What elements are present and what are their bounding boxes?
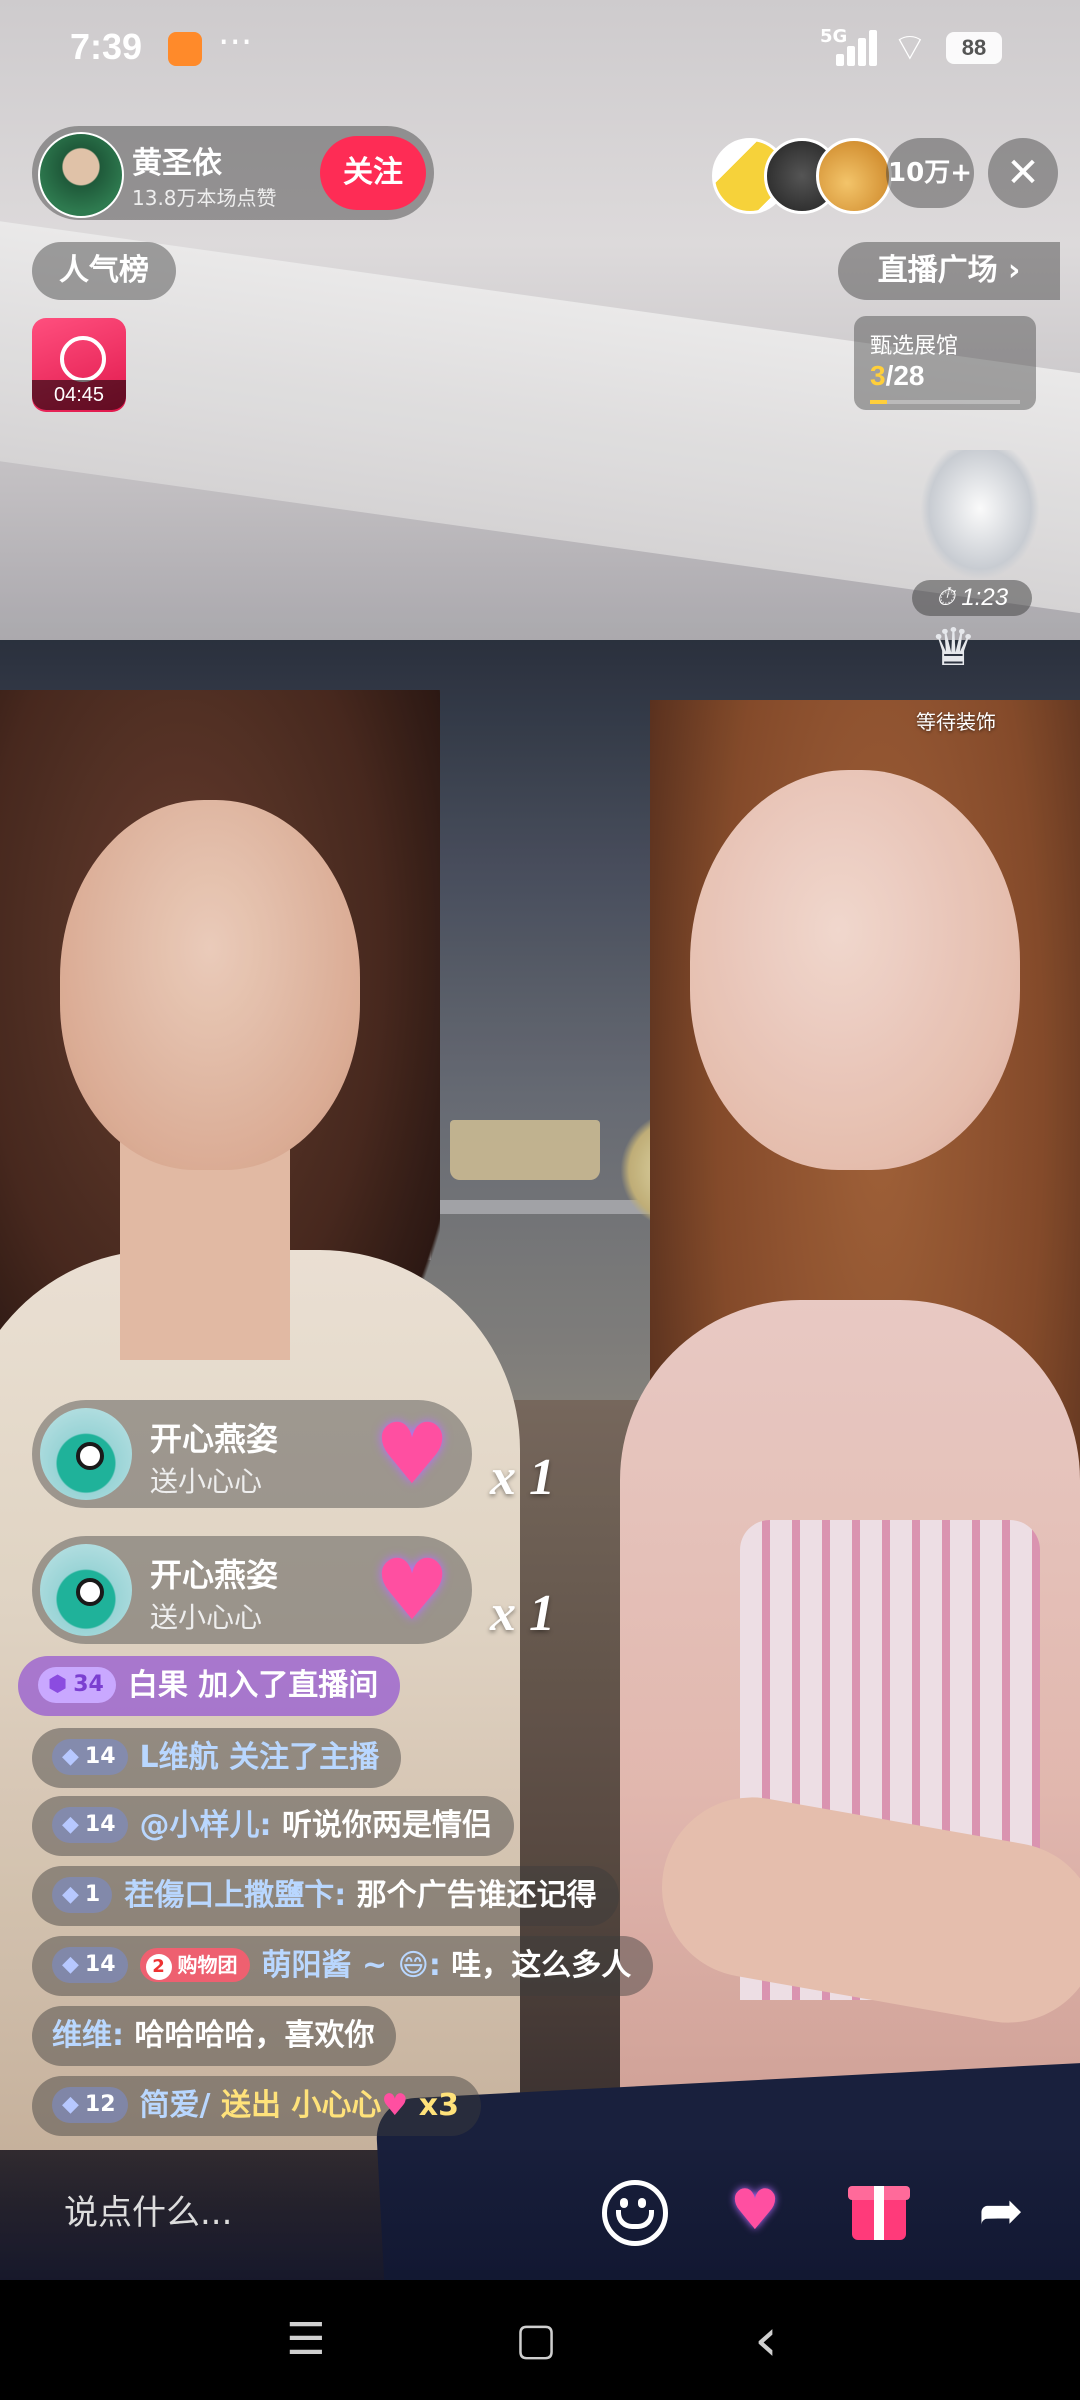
chat-join-message[interactable]: ⬢ 34 白果 加入了直播间 <box>18 1656 401 1716</box>
chat-username[interactable]: @小样儿: <box>140 1808 272 1843</box>
popularity-rank-button[interactable]: 人气榜 <box>32 242 176 300</box>
gifter-name: 开心燕姿 <box>150 1556 279 1594</box>
gem-icon: ◆ <box>62 1951 79 1977</box>
gem-icon: ◆ <box>62 2091 79 2117</box>
system-nav-bar: ☰ ▢ ‹ <box>0 2280 1080 2400</box>
more-notifications-icon: ··· <box>218 22 253 63</box>
gift-action: 送小心心 <box>150 1601 263 1634</box>
gallery-title: 甄选展馆 <box>870 334 959 359</box>
decoration-label: 等待装饰 <box>916 710 996 734</box>
share-icon[interactable]: ➦ <box>962 2172 1040 2250</box>
user-level-badge: ⬢ 34 <box>38 1666 116 1703</box>
chat-username[interactable]: 简爱/ <box>140 2088 211 2123</box>
host-card[interactable]: 黄圣依 13.8万本场点赞 关注 <box>32 126 434 220</box>
chat-text: 哈哈哈哈，喜欢你 <box>124 2018 375 2053</box>
decoration-figure-icon[interactable] <box>920 450 1040 580</box>
home-icon[interactable]: ▢ <box>504 2308 568 2372</box>
chat-username[interactable]: 白果 <box>128 1668 188 1703</box>
chat-text: 加入了直播间 <box>187 1668 379 1703</box>
gem-icon: ◆ <box>62 1811 79 1837</box>
gift-notification: 开心燕姿 送小心心 ♥ <box>32 1536 472 1644</box>
back-icon[interactable]: ‹ <box>734 2308 798 2372</box>
chat-text: 送出 <box>210 2088 292 2123</box>
gallery-card[interactable]: 甄选展馆 3/28 <box>854 316 1036 410</box>
gallery-progress: 3/28 <box>870 360 925 391</box>
chat-follow-message[interactable]: ◆ 14 L维航 关注了主播 <box>32 1728 402 1788</box>
gift-count: x3 <box>408 2088 459 2123</box>
follow-button[interactable]: 关注 <box>320 136 426 210</box>
shop-timer: 04:45 <box>32 380 126 410</box>
gifter-avatar[interactable] <box>40 1408 132 1500</box>
gallery-progress-bar <box>870 400 1020 404</box>
heart-gift-icon: ♥ <box>374 1541 450 1639</box>
heart-gift-icon: ♥ <box>374 1405 450 1503</box>
comment-input[interactable] <box>32 2166 586 2260</box>
gem-icon: ⬢ <box>48 1671 68 1697</box>
status-bar: 7:39 ··· 5G ⌔ 88 <box>0 0 1080 100</box>
chat-message[interactable]: ◆ 1 茬傷口上撒鹽卞: 那个广告谁还记得 <box>32 1866 619 1926</box>
chat-username[interactable]: 萌阳酱 ~ 😄: <box>262 1948 441 1983</box>
viewer-count[interactable]: 10万+ <box>886 138 974 208</box>
gift-notification: 开心燕姿 送小心心 ♥ <box>32 1400 472 1508</box>
chat-gift-message[interactable]: ◆ 12 简爱/ 送出 小心心♥ x3 <box>32 2076 481 2136</box>
host-name: 黄圣依 <box>132 146 222 181</box>
gem-icon: ◆ <box>62 1743 79 1769</box>
gift-action: 送小心心 <box>150 1465 263 1498</box>
crown-icon: ♛ <box>930 618 977 678</box>
host-avatar[interactable] <box>38 132 124 218</box>
gift-count: x 1 <box>490 1449 555 1506</box>
live-plaza-button[interactable]: 直播广场 › <box>838 242 1060 300</box>
gift-name: 小心心 <box>291 2088 382 2123</box>
chat-message[interactable]: ◆ 14 @小样儿: 听说你两是情侣 <box>32 1796 514 1856</box>
status-time: 7:39 <box>70 26 143 67</box>
signal-icon <box>836 30 880 66</box>
chat-text: 那个广告谁还记得 <box>346 1878 597 1913</box>
emoji-icon[interactable] <box>594 2172 672 2250</box>
gifter-avatar[interactable] <box>40 1544 132 1636</box>
chat-username[interactable]: 茬傷口上撒鹽卞: <box>124 1878 346 1913</box>
user-level-badge: ◆ 14 <box>52 1806 128 1843</box>
user-level-badge: ◆ 1 <box>52 1876 113 1913</box>
decoration-timer: ⏱ 1:23 <box>912 580 1032 616</box>
chat-message[interactable]: ◆ 14 2 购物团 萌阳酱 ~ 😄: 哇，这么多人 <box>32 1936 654 1996</box>
chat-message[interactable]: 维维: 哈哈哈哈，喜欢你 <box>32 2006 397 2066</box>
heart-gift-icon: ♥ <box>381 2088 409 2123</box>
user-level-badge: ◆ 14 <box>52 1738 128 1775</box>
shopping-group-badge: 2 购物团 <box>139 1947 250 1982</box>
chat-username[interactable]: L维航 <box>140 1740 219 1775</box>
menu-icon[interactable]: ☰ <box>274 2308 338 2372</box>
wifi-icon: ⌔ <box>892 25 928 69</box>
chat-text: 听说你两是情侣 <box>271 1808 492 1843</box>
user-level-badge: ◆ 12 <box>52 2086 128 2123</box>
heart-gift-icon[interactable]: ♥ <box>716 2172 794 2250</box>
viewer-avatar-3[interactable] <box>816 138 892 214</box>
gift-count: x 1 <box>490 1585 555 1642</box>
notification-icon <box>168 32 202 66</box>
user-level-badge: ◆ 14 <box>52 1946 128 1983</box>
gem-icon: ◆ <box>62 1881 79 1907</box>
chat-username[interactable]: 维维: <box>52 2018 124 2053</box>
gift-box-icon[interactable] <box>840 2172 918 2250</box>
battery-icon: 88 <box>946 32 1002 64</box>
chat-text: 关注了主播 <box>218 1740 380 1775</box>
host-likes: 13.8万本场点赞 <box>132 186 277 210</box>
chat-text: 哇，这么多人 <box>440 1948 632 1983</box>
gifter-name: 开心燕姿 <box>150 1420 279 1458</box>
close-icon[interactable]: ✕ <box>988 138 1058 208</box>
